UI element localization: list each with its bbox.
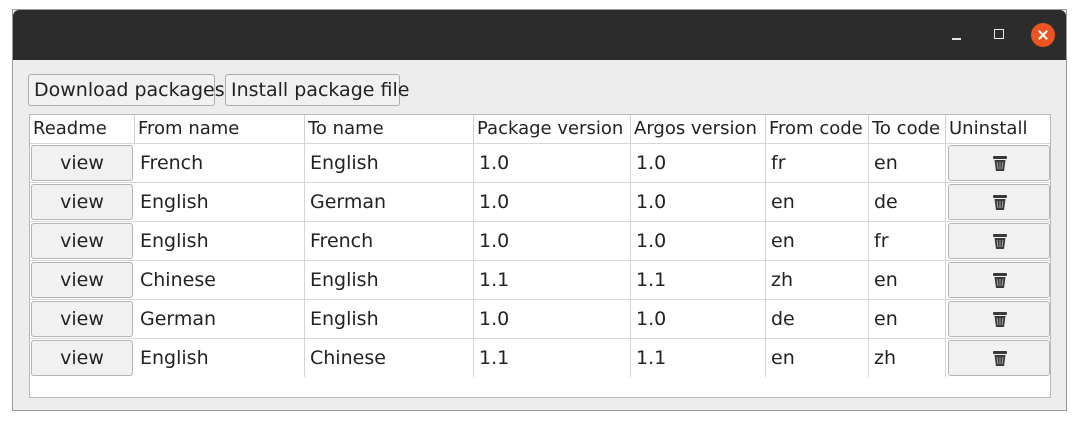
- trash-icon: [993, 195, 1007, 210]
- header-to-name[interactable]: To name: [305, 115, 474, 143]
- from-name-cell: French: [135, 144, 305, 182]
- from-name-cell: English: [135, 339, 305, 377]
- header-to-code[interactable]: To code: [869, 115, 946, 143]
- trash-icon: [993, 156, 1007, 171]
- close-icon[interactable]: [1031, 23, 1055, 47]
- from-code-cell: en: [766, 183, 869, 221]
- view-readme-button[interactable]: view: [31, 223, 133, 259]
- argos-version-cell: 1.1: [631, 261, 766, 299]
- view-readme-button[interactable]: view: [31, 340, 133, 376]
- package-version-cell: 1.0: [474, 222, 631, 260]
- header-package-version[interactable]: Package version: [474, 115, 631, 143]
- header-from-name[interactable]: From name: [135, 115, 305, 143]
- uninstall-button[interactable]: [948, 301, 1050, 337]
- to-name-cell: English: [305, 300, 474, 338]
- trash-icon: [993, 273, 1007, 288]
- to-code-cell: de: [869, 183, 946, 221]
- to-code-cell: en: [869, 300, 946, 338]
- uninstall-button[interactable]: [948, 184, 1050, 220]
- trash-icon: [993, 312, 1007, 327]
- to-code-cell: en: [869, 261, 946, 299]
- table-row: view English German 1.0 1.0 en de: [30, 182, 1050, 221]
- package-version-cell: 1.1: [474, 261, 631, 299]
- to-code-cell: zh: [869, 339, 946, 377]
- header-from-code[interactable]: From code: [766, 115, 869, 143]
- argos-version-cell: 1.0: [631, 183, 766, 221]
- install-package-file-button[interactable]: Install package file: [225, 74, 409, 106]
- package-version-cell: 1.0: [474, 183, 631, 221]
- view-readme-button[interactable]: view: [31, 262, 133, 298]
- from-code-cell: en: [766, 222, 869, 260]
- argos-version-cell: 1.1: [631, 339, 766, 377]
- from-code-cell: en: [766, 339, 869, 377]
- from-code-cell: de: [766, 300, 869, 338]
- uninstall-button[interactable]: [948, 340, 1050, 376]
- app-window: Download packages Install package file R…: [12, 9, 1067, 411]
- to-name-cell: French: [305, 222, 474, 260]
- to-name-cell: German: [305, 183, 474, 221]
- view-readme-button[interactable]: view: [31, 301, 133, 337]
- from-code-cell: fr: [766, 144, 869, 182]
- to-code-cell: en: [869, 144, 946, 182]
- trash-icon: [993, 351, 1007, 366]
- header-uninstall[interactable]: Uninstall: [946, 115, 1050, 143]
- packages-table: Readme From name To name Package version…: [29, 114, 1051, 398]
- table-row: view English Chinese 1.1 1.1 en zh: [30, 338, 1050, 377]
- trash-icon: [993, 234, 1007, 249]
- to-code-cell: fr: [869, 222, 946, 260]
- package-version-cell: 1.0: [474, 144, 631, 182]
- view-readme-button[interactable]: view: [31, 184, 133, 220]
- from-name-cell: German: [135, 300, 305, 338]
- uninstall-button[interactable]: [948, 223, 1050, 259]
- table-row: view French English 1.0 1.0 fr en: [30, 143, 1050, 182]
- from-name-cell: Chinese: [135, 261, 305, 299]
- package-version-cell: 1.0: [474, 300, 631, 338]
- title-bar: [13, 10, 1066, 60]
- argos-version-cell: 1.0: [631, 144, 766, 182]
- header-argos-version[interactable]: Argos version: [631, 115, 766, 143]
- table-row: view Chinese English 1.1 1.1 zh en: [30, 260, 1050, 299]
- argos-version-cell: 1.0: [631, 300, 766, 338]
- uninstall-button[interactable]: [948, 262, 1050, 298]
- uninstall-button[interactable]: [948, 145, 1050, 181]
- to-name-cell: English: [305, 144, 474, 182]
- to-name-cell: Chinese: [305, 339, 474, 377]
- argos-version-cell: 1.0: [631, 222, 766, 260]
- table-row: view German English 1.0 1.0 de en: [30, 299, 1050, 338]
- from-code-cell: zh: [766, 261, 869, 299]
- view-readme-button[interactable]: view: [31, 145, 133, 181]
- maximize-icon[interactable]: [987, 23, 1011, 47]
- package-version-cell: 1.1: [474, 339, 631, 377]
- table-row: view English French 1.0 1.0 en fr: [30, 221, 1050, 260]
- table-header: Readme From name To name Package version…: [30, 115, 1050, 143]
- from-name-cell: English: [135, 222, 305, 260]
- from-name-cell: English: [135, 183, 305, 221]
- minimize-icon[interactable]: [945, 23, 969, 47]
- header-readme[interactable]: Readme: [30, 115, 135, 143]
- download-packages-button[interactable]: Download packages: [28, 74, 225, 106]
- to-name-cell: English: [305, 261, 474, 299]
